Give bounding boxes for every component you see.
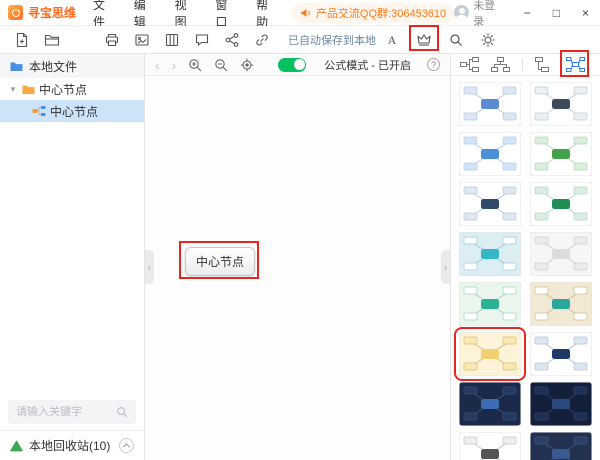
rightpanel-collapse-handle[interactable]: › bbox=[441, 250, 450, 284]
open-folder-icon[interactable] bbox=[40, 29, 64, 51]
recycle-bin-label: 本地回收站(10) bbox=[29, 437, 110, 454]
tree-item-label: 中心节点 bbox=[50, 103, 98, 120]
theme-thumbnail-4[interactable] bbox=[459, 182, 521, 226]
tree-item-1[interactable]: 中心节点 bbox=[0, 100, 144, 122]
tree-item-0[interactable]: ▾ 中心节点 bbox=[0, 78, 144, 100]
share-icon[interactable] bbox=[220, 29, 244, 51]
search-icon[interactable] bbox=[444, 29, 468, 51]
maximize-button[interactable]: □ bbox=[542, 0, 571, 26]
structure-mindmap-icon[interactable] bbox=[566, 57, 585, 72]
comment-icon[interactable] bbox=[190, 29, 214, 51]
recycle-bin-row[interactable]: 本地回收站(10) bbox=[0, 430, 144, 460]
sidebar-collapse-handle[interactable]: ‹ bbox=[145, 250, 154, 284]
login-status[interactable]: 未登录 bbox=[454, 0, 504, 29]
theme-thumbnail-selected[interactable] bbox=[459, 332, 521, 376]
mindmap-file-icon bbox=[32, 105, 46, 117]
minimize-button[interactable]: − bbox=[513, 0, 542, 26]
canvas[interactable]: ‹ › 公式模式 - 已开启 ? 中心节点 ‹ › bbox=[145, 54, 450, 460]
structure-tree-icon[interactable] bbox=[535, 57, 554, 72]
close-button[interactable]: × bbox=[571, 0, 600, 26]
file-tree: ▾中心节点中心节点 bbox=[0, 78, 144, 122]
sidebar: 本地文件 ▾中心节点中心节点 本地回收站(10) bbox=[0, 54, 145, 460]
toolbar-divider bbox=[522, 58, 523, 71]
sidebar-header-label: 本地文件 bbox=[29, 58, 77, 75]
canvas-toolbar: ‹ › 公式模式 - 已开启 ? bbox=[145, 54, 450, 76]
qq-group-badge[interactable]: 产品交流QQ群:306453610 bbox=[292, 3, 454, 23]
sidebar-header: 本地文件 bbox=[0, 54, 144, 78]
theme-thumbnail-1[interactable] bbox=[530, 82, 592, 126]
board-icon[interactable] bbox=[160, 29, 184, 51]
search-small-icon bbox=[116, 406, 128, 418]
caret-down-icon: ▾ bbox=[8, 84, 18, 95]
theme-thumbnail-14[interactable] bbox=[459, 432, 521, 460]
app-logo-icon bbox=[8, 5, 23, 20]
sidebar-search[interactable] bbox=[8, 400, 136, 424]
theme-thumbnail-12[interactable] bbox=[459, 382, 521, 426]
formula-mode-toggle[interactable] bbox=[278, 58, 306, 72]
recycle-icon bbox=[10, 440, 23, 452]
main-toolbar: 已自动保存到本地 A bbox=[0, 26, 600, 54]
tree-item-label: 中心节点 bbox=[39, 81, 87, 98]
structure-org-icon[interactable] bbox=[491, 57, 510, 72]
forward-icon[interactable]: › bbox=[172, 58, 177, 72]
avatar-icon bbox=[454, 5, 469, 20]
theme-thumbnail-9[interactable] bbox=[530, 282, 592, 326]
zoom-out-icon[interactable] bbox=[214, 58, 228, 72]
theme-thumbnail-3[interactable] bbox=[530, 132, 592, 176]
theme-thumbnail-13[interactable] bbox=[530, 382, 592, 426]
theme-icon[interactable] bbox=[412, 29, 436, 51]
help-icon[interactable]: ? bbox=[427, 58, 440, 71]
theme-thumbnail-5[interactable] bbox=[530, 182, 592, 226]
app-name: 寻宝思维 bbox=[28, 4, 76, 21]
theme-thumbnail-15[interactable] bbox=[530, 432, 592, 460]
image-icon[interactable] bbox=[130, 29, 154, 51]
print-icon[interactable] bbox=[100, 29, 124, 51]
theme-thumbnail-6[interactable] bbox=[459, 232, 521, 276]
theme-grid bbox=[451, 76, 600, 460]
theme-thumbnail-8[interactable] bbox=[459, 282, 521, 326]
locate-icon[interactable] bbox=[240, 58, 254, 72]
zoom-in-icon[interactable] bbox=[188, 58, 202, 72]
link-icon[interactable] bbox=[250, 29, 274, 51]
theme-thumbnail-11[interactable] bbox=[530, 332, 592, 376]
theme-thumbnail-2[interactable] bbox=[459, 132, 521, 176]
collapse-up-icon[interactable] bbox=[119, 438, 134, 453]
svg-text:A: A bbox=[388, 33, 397, 47]
new-file-icon[interactable] bbox=[10, 29, 34, 51]
qq-group-label: 产品交流QQ群:306453610 bbox=[316, 5, 446, 21]
structure-toolbar bbox=[451, 54, 600, 76]
formula-mode-label: 公式模式 - 已开启 bbox=[324, 57, 411, 73]
central-node[interactable]: 中心节点 bbox=[185, 247, 255, 276]
login-status-label: 未登录 bbox=[473, 0, 504, 29]
folder-blue-icon bbox=[10, 61, 23, 72]
megaphone-icon bbox=[300, 7, 312, 19]
theme-thumbnail-0[interactable] bbox=[459, 82, 521, 126]
folder-orange-icon bbox=[22, 84, 35, 95]
autosave-status: 已自动保存到本地 bbox=[288, 32, 376, 48]
right-panel bbox=[450, 54, 600, 460]
theme-thumbnail-7[interactable] bbox=[530, 232, 592, 276]
back-icon[interactable]: ‹ bbox=[155, 58, 160, 72]
search-input[interactable] bbox=[16, 406, 110, 418]
structure-logic-icon[interactable] bbox=[460, 57, 479, 72]
text-style-icon[interactable]: A bbox=[380, 29, 404, 51]
settings-icon[interactable] bbox=[476, 29, 500, 51]
titlebar: 寻宝思维 文件编辑视图窗口帮助 产品交流QQ群:306453610 未登录 − … bbox=[0, 0, 600, 26]
